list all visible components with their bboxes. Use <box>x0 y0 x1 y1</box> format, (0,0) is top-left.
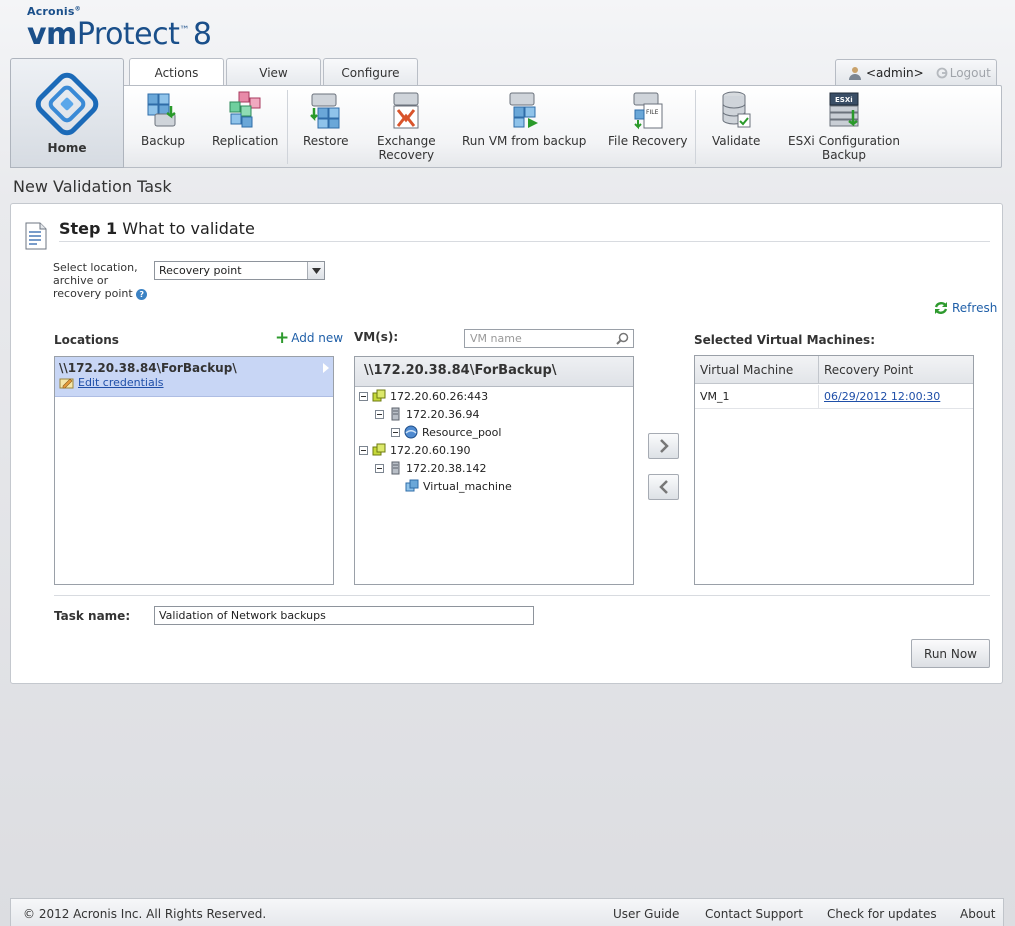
validate-button[interactable]: Validate <box>712 90 760 148</box>
column-header-virtual-machine[interactable]: Virtual Machine <box>695 356 819 384</box>
add-to-selection-button[interactable] <box>648 433 679 459</box>
edit-credentials-link[interactable]: Edit credentials <box>59 376 329 389</box>
backup-button[interactable]: Backup <box>141 90 185 148</box>
validate-icon <box>722 91 751 128</box>
vm-search-input[interactable]: VM name <box>464 329 634 348</box>
check-for-updates-link[interactable]: Check for updates <box>827 907 937 921</box>
task-name-label: Task name: <box>54 609 131 623</box>
tree-node-host[interactable]: 172.20.60.190 <box>359 443 470 457</box>
server-icon <box>391 407 400 421</box>
remove-from-selection-button[interactable] <box>648 474 679 500</box>
backup-icon <box>147 93 176 127</box>
step-divider <box>59 241 990 242</box>
ribbon-separator <box>695 90 696 164</box>
run-vm-icon <box>509 92 539 128</box>
collapse-icon[interactable] <box>359 391 368 401</box>
plus-icon: + <box>275 328 290 348</box>
task-name-input[interactable]: Validation of Network backups <box>154 606 534 625</box>
locations-header: Locations <box>54 333 119 347</box>
esxi-configuration-backup-button[interactable]: ESXi ESXi Configuration Backup <box>788 90 900 162</box>
location-path: \\172.20.38.84\ForBackup\ <box>59 361 237 375</box>
user-guide-link[interactable]: User Guide <box>613 907 679 921</box>
tab-view[interactable]: View <box>226 58 321 86</box>
edit-credentials-icon <box>59 378 74 388</box>
chevron-left-icon <box>658 480 668 494</box>
table-cell-recovery-point[interactable]: 06/29/2012 12:00:30 <box>819 385 973 409</box>
step-title: Step 1 What to validate <box>59 219 255 238</box>
column-header-recovery-point[interactable]: Recovery Point <box>819 356 973 384</box>
list-item[interactable]: \\172.20.38.84\ForBackup\ Edit credentia… <box>55 357 333 397</box>
restore-button[interactable]: Restore <box>303 90 349 148</box>
document-icon <box>25 222 47 250</box>
contact-support-link[interactable]: Contact Support <box>705 907 803 921</box>
brand-logo: Acronis® vmProtect™ 8 <box>27 5 212 52</box>
exchange-recovery-button[interactable]: Exchange Recovery <box>377 90 436 162</box>
logout-icon <box>936 67 948 78</box>
collapse-icon[interactable] <box>391 427 400 437</box>
select-location-label: Select location, archive or recovery poi… <box>53 261 153 300</box>
home-button[interactable]: Home <box>10 58 124 168</box>
ribbon-tabs: Actions View Configure <box>129 58 418 87</box>
logout-link[interactable]: Logout <box>936 66 991 80</box>
esx-host-icon <box>372 389 386 402</box>
tree-node-resource-pool[interactable]: Resource_pool <box>391 425 501 439</box>
restore-icon <box>309 93 340 129</box>
tree-node-host[interactable]: 172.20.60.26:443 <box>359 389 488 403</box>
esx-host-icon <box>372 443 386 456</box>
vms-header: VM(s): <box>354 330 399 344</box>
file-recovery-icon: FILE <box>633 92 663 130</box>
server-icon <box>391 461 400 475</box>
esxi-icon: ESXi <box>829 92 859 127</box>
about-link[interactable]: About <box>960 907 995 921</box>
chevron-right-icon <box>659 439 669 453</box>
section-divider <box>54 595 990 596</box>
user-icon <box>849 66 861 80</box>
collapse-icon[interactable] <box>359 445 368 455</box>
replication-button[interactable]: Replication <box>212 90 278 148</box>
footer: © 2012 Acronis Inc. All Rights Reserved.… <box>10 898 1004 926</box>
refresh-icon <box>934 302 948 314</box>
resource-pool-icon <box>404 425 418 439</box>
page-title: New Validation Task <box>13 177 172 196</box>
chevron-down-icon[interactable] <box>307 262 324 279</box>
tree-node-server[interactable]: 172.20.36.94 <box>375 407 479 421</box>
tree-node-server[interactable]: 172.20.38.142 <box>375 461 486 475</box>
tab-configure[interactable]: Configure <box>323 58 418 86</box>
user-name: <admin> <box>866 65 924 80</box>
product-name: vmProtect™ 8 <box>27 17 212 52</box>
recovery-point-link[interactable]: 06/29/2012 12:00:30 <box>824 390 940 403</box>
run-vm-from-backup-button[interactable]: Run VM from backup <box>462 90 586 148</box>
location-type-select[interactable]: Recovery point <box>154 261 325 280</box>
run-now-button[interactable]: Run Now <box>911 639 990 668</box>
help-icon[interactable]: ? <box>136 288 148 300</box>
file-recovery-button[interactable]: FILE File Recovery <box>608 90 688 148</box>
exchange-icon <box>393 92 419 129</box>
copyright: © 2012 Acronis Inc. All Rights Reserved. <box>23 907 267 921</box>
add-new-location-link[interactable]: + Add new <box>275 328 343 348</box>
replication-icon <box>229 91 261 128</box>
file-badge: FILE <box>646 109 659 116</box>
ribbon-separator <box>287 90 288 164</box>
chevron-right-icon <box>323 363 329 373</box>
refresh-link[interactable]: Refresh <box>933 300 997 316</box>
table-cell-vm: VM_1 <box>695 385 819 409</box>
user-box: <admin> Logout <box>835 59 997 85</box>
virtual-machine-icon <box>405 479 419 492</box>
collapse-icon[interactable] <box>375 463 384 473</box>
collapse-icon[interactable] <box>375 409 384 419</box>
vm-tree-header: \\172.20.38.84\ForBackup\ <box>355 357 633 387</box>
search-icon <box>616 332 629 345</box>
home-icon <box>35 72 99 136</box>
tab-actions[interactable]: Actions <box>129 58 224 87</box>
selected-vms-header: Selected Virtual Machines: <box>694 333 875 347</box>
esxi-badge: ESXi <box>835 96 853 104</box>
tree-node-virtual-machine[interactable]: Virtual_machine <box>405 479 512 493</box>
